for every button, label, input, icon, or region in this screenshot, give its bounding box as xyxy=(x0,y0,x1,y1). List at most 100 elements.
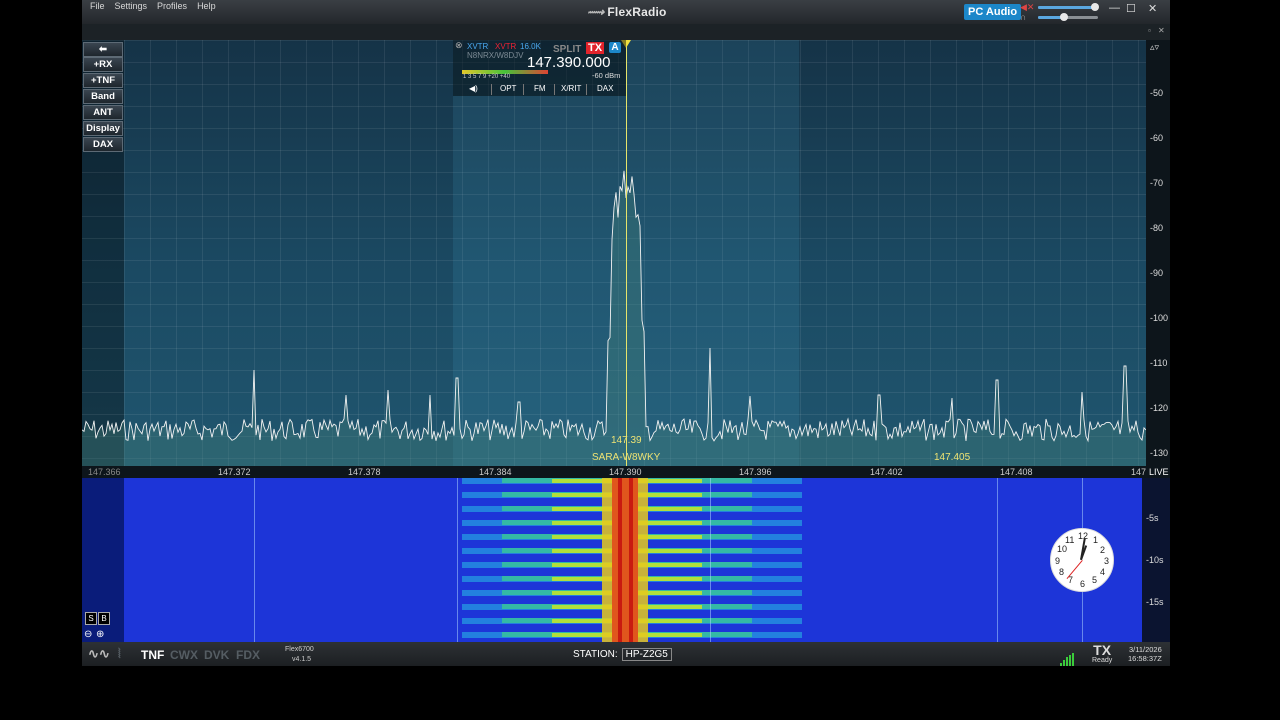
panadapter[interactable]: ⬅ +RX +TNF Band ANT Display DAX ⊗ XVTR X… xyxy=(82,40,1170,466)
panadapter-header: ▫ ✕ xyxy=(82,24,1170,40)
app-brand: ⟿ FlexRadio xyxy=(587,5,667,19)
dbm-tick: -90 xyxy=(1150,268,1164,278)
audio-speaker-icon[interactable]: ◀) xyxy=(469,84,478,93)
clock-numeral: 5 xyxy=(1092,575,1098,585)
flexradio-window: File Settings Profiles Help ⟿ FlexRadio P… xyxy=(82,0,1170,666)
station-name: HP-Z2G5 xyxy=(621,648,672,661)
divider xyxy=(586,84,587,95)
xvtr-label[interactable]: XVTR xyxy=(467,42,488,51)
band-button[interactable]: Band xyxy=(83,89,123,104)
collapse-arrow-button[interactable]: ⬅ xyxy=(83,42,123,57)
clock-numeral: 2 xyxy=(1100,545,1106,555)
waterfall-carrier xyxy=(612,478,638,642)
dax-button[interactable]: DAX xyxy=(83,137,123,152)
ready-text: Ready xyxy=(1092,657,1113,664)
slice-tx-button[interactable]: TX xyxy=(586,42,605,54)
tnf-toggle[interactable]: TNF xyxy=(141,648,164,662)
headphones-icon[interactable]: ∩ xyxy=(1020,12,1026,22)
mode-fm-button[interactable]: FM xyxy=(534,84,546,93)
close-button[interactable]: ✕ xyxy=(1148,2,1157,15)
slice-frequency[interactable]: 147.390.000 xyxy=(527,54,610,71)
display-button[interactable]: Display xyxy=(83,121,123,136)
zoom-in-icon[interactable]: ⊕ xyxy=(96,629,104,640)
clock-numeral: 3 xyxy=(1104,556,1110,566)
dbm-tick: -100 xyxy=(1150,313,1169,323)
dbm-tick: -80 xyxy=(1150,223,1164,233)
menu-profiles[interactable]: Profiles xyxy=(157,1,187,11)
callsign-label: N8NRX/W8DJV xyxy=(467,51,524,60)
divider xyxy=(523,84,524,95)
clock-numeral: 9 xyxy=(1055,556,1061,566)
brand-name: FlexRadio xyxy=(607,5,667,19)
clock-numeral: 4 xyxy=(1100,567,1106,577)
slice-close-icon[interactable]: ⊗ xyxy=(455,40,463,51)
spot-frequency-label[interactable]: 147.405 xyxy=(934,452,970,463)
waterfall[interactable]: S B ⊖ ⊕ -5s -10s -15s 12 1 2 3 4 5 6 7 8… xyxy=(82,478,1170,642)
freq-tick: 147.366 xyxy=(88,467,121,477)
ant-button[interactable]: ANT xyxy=(83,105,123,120)
date: 3/11/2026 xyxy=(1128,645,1162,654)
fdx-toggle[interactable]: FDX xyxy=(236,648,260,662)
minimize-button[interactable]: — xyxy=(1109,2,1120,14)
station-indicator[interactable]: STATION: HP-Z2G5 xyxy=(573,648,672,661)
freq-tick: 147.408 xyxy=(1000,467,1033,477)
pc-volume-slider[interactable] xyxy=(1038,3,1099,11)
flexradio-logo-icon: ⟿ xyxy=(587,5,605,19)
headphone-volume-slider[interactable] xyxy=(1038,13,1098,21)
dbm-scale[interactable]: ▵▿ -50 -60 -70 -80 -90 -100 -110 -120 -1… xyxy=(1146,40,1170,466)
add-tnf-button[interactable]: +TNF xyxy=(83,73,123,88)
add-rx-button[interactable]: +RX xyxy=(83,57,123,72)
tx-indicator: TX xyxy=(1093,642,1112,658)
amplifier-icon[interactable]: ⦚ xyxy=(118,646,121,662)
s-button[interactable]: S xyxy=(85,612,97,625)
panadapter-close-icon[interactable]: ✕ xyxy=(1158,26,1165,35)
freq-tick: 147.372 xyxy=(218,467,251,477)
clock-second-hand xyxy=(1066,560,1083,580)
spot-label[interactable]: SARA-W8WKY xyxy=(592,452,660,463)
tx-ready-indicator[interactable]: TX Ready xyxy=(1092,643,1112,665)
menu-help[interactable]: Help xyxy=(197,1,216,11)
restore-icon[interactable]: ▫ xyxy=(1148,26,1151,35)
zoom-out-icon[interactable]: ⊖ xyxy=(84,629,92,640)
slice-flag[interactable]: ⊗ XVTR XVTR 16.0K N8NRX/W8DJV SPLIT TX A… xyxy=(453,40,626,96)
frequency-axis[interactable]: 147.366 147.372 147.378 147.384 147.390 … xyxy=(82,466,1170,478)
clock-numeral: 1 xyxy=(1093,535,1099,545)
pc-audio-button[interactable]: PC Audio xyxy=(964,4,1022,20)
time-tick: -15s xyxy=(1146,597,1164,607)
xvtr-tx-label[interactable]: XVTR xyxy=(495,42,516,51)
freq-tick: 147.396 xyxy=(739,467,772,477)
scale-arrows-icon[interactable]: ▵▿ xyxy=(1150,42,1159,53)
network-signal-icon xyxy=(1060,648,1075,666)
live-indicator: LIVE xyxy=(1149,467,1169,477)
dvk-toggle[interactable]: DVK xyxy=(204,648,229,662)
firmware-version: v4.1.5 xyxy=(292,656,312,663)
waterfall-spur xyxy=(457,478,458,642)
waterfall-spur xyxy=(254,478,255,642)
tuning-line[interactable] xyxy=(626,42,627,466)
menu-settings[interactable]: Settings xyxy=(115,1,148,11)
freq-tick: 147.402 xyxy=(870,467,903,477)
slice-letter-badge: A xyxy=(609,42,621,53)
dbm-tick: -60 xyxy=(1150,133,1164,143)
divider xyxy=(491,84,492,95)
cwx-toggle[interactable]: CWX xyxy=(170,648,198,662)
waterfall-spur xyxy=(997,478,998,642)
clock-numeral: 11 xyxy=(1065,535,1075,545)
time: 16:58:37Z xyxy=(1128,654,1162,663)
maximize-button[interactable]: ☐ xyxy=(1126,2,1136,15)
xrit-button[interactable]: X/RIT xyxy=(561,84,581,93)
freq-tick: 147.390 xyxy=(609,467,642,477)
opt-button[interactable]: OPT xyxy=(500,84,516,93)
b-button[interactable]: B xyxy=(98,612,110,625)
radio-model: Flex6700 xyxy=(285,646,314,653)
date-time: 3/11/2026 16:58:37Z xyxy=(1128,645,1162,663)
menu-file[interactable]: File xyxy=(90,1,105,11)
clock-numeral: 8 xyxy=(1059,567,1065,577)
waterfall-spur xyxy=(710,478,711,642)
slice-dax-button[interactable]: DAX xyxy=(597,84,613,93)
center-frequency-marker[interactable]: 147.39 xyxy=(611,435,642,446)
clock-icon: 12 1 2 3 4 5 6 7 8 9 10 11 xyxy=(1050,528,1114,592)
menu-bar: File Settings Profiles Help xyxy=(90,1,216,11)
freq-tick: 147 xyxy=(1131,467,1147,477)
waveform-icon[interactable]: ∿∿ xyxy=(88,646,110,662)
